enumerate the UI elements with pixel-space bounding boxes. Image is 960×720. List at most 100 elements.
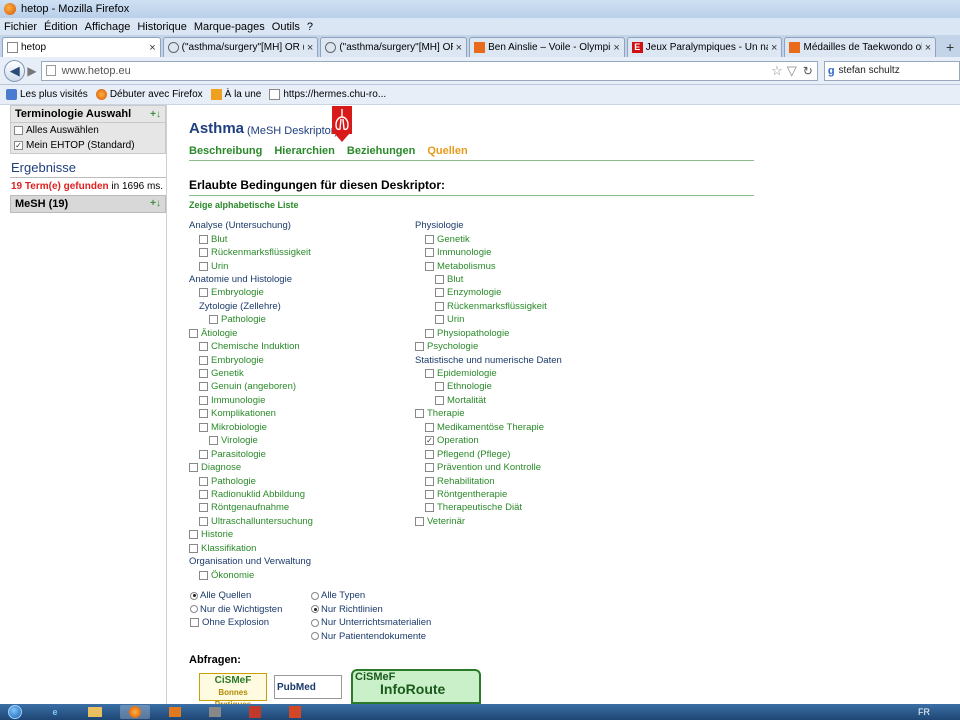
checkbox[interactable] bbox=[199, 489, 208, 499]
checkbox[interactable] bbox=[199, 395, 208, 405]
checkbox[interactable] bbox=[425, 261, 434, 271]
qualifier-parasitologie[interactable]: Parasitologie bbox=[189, 447, 409, 460]
back-button[interactable]: ◀ bbox=[4, 59, 26, 82]
qualifier-mikrobiologie[interactable]: Mikrobiologie bbox=[189, 421, 409, 434]
menu-help[interactable]: ? bbox=[307, 21, 313, 33]
qualifier-label[interactable]: Chemische Induktion bbox=[211, 341, 300, 352]
qualifier-label[interactable]: Pathologie bbox=[221, 314, 266, 325]
tab-taekwondo[interactable]: Médailles de Taekwondo olympi... × bbox=[784, 37, 937, 57]
bookmark-hermes[interactable]: https://hermes.chu-ro... bbox=[269, 89, 386, 100]
bookmark-debuter[interactable]: Débuter avec Firefox bbox=[95, 89, 203, 100]
checkbox[interactable] bbox=[425, 234, 434, 244]
qualifier-label[interactable]: Therapie bbox=[427, 408, 465, 419]
qualifier-veterinar[interactable]: Veterinär bbox=[415, 515, 635, 528]
qualifier-label[interactable]: Rückenmarksflüssigkeit bbox=[211, 247, 311, 258]
qualifier-embryologie[interactable]: Embryologie bbox=[189, 353, 409, 366]
checkbox[interactable] bbox=[425, 422, 434, 432]
option-nur-wichtigsten[interactable]: Nur die Wichtigsten bbox=[190, 603, 282, 617]
checkbox[interactable] bbox=[199, 570, 208, 580]
search-bar[interactable]: g stefan schultz bbox=[823, 60, 960, 81]
qualifier-immunologie[interactable]: Immunologie bbox=[189, 394, 409, 407]
qualifier-label[interactable]: Urin bbox=[447, 314, 464, 325]
qualifier-label[interactable]: Parasitologie bbox=[211, 449, 266, 460]
url-bar[interactable]: www.hetop.eu ☆ ▽ ↻ bbox=[40, 60, 818, 81]
qualifier-label[interactable]: Embryologie bbox=[211, 355, 264, 366]
menu-fichier[interactable]: Fichier bbox=[4, 21, 37, 33]
qualifier-label[interactable]: Genetik bbox=[437, 234, 470, 245]
taskbar-firefox-icon[interactable] bbox=[120, 705, 150, 719]
radio[interactable] bbox=[311, 618, 319, 627]
checkbox[interactable] bbox=[199, 516, 208, 526]
close-tab-icon[interactable]: × bbox=[456, 42, 462, 54]
checkbox[interactable] bbox=[199, 234, 208, 244]
qualifier-operation[interactable]: ✓ Operation bbox=[415, 434, 635, 447]
qualifier-medikamentose-therapie[interactable]: Medikamentöse Therapie bbox=[415, 421, 635, 434]
qualifier-label[interactable]: Urin bbox=[211, 261, 228, 272]
nav-quellen[interactable]: Quellen bbox=[427, 145, 467, 157]
start-button[interactable] bbox=[0, 704, 30, 720]
pubmed-logo[interactable]: PubMed bbox=[274, 675, 342, 699]
checkbox[interactable] bbox=[199, 476, 208, 486]
qualifier-label[interactable]: Epidemiologie bbox=[437, 368, 497, 379]
dropdown-arrow-icon[interactable]: ▽ bbox=[787, 63, 797, 79]
nav-beziehungen[interactable]: Beziehungen bbox=[347, 145, 415, 157]
qualifier-label[interactable]: Radionuklid Abbildung bbox=[211, 489, 305, 500]
checkbox[interactable] bbox=[199, 288, 208, 298]
qualifier-label[interactable]: Operation bbox=[437, 435, 479, 446]
menu-edition[interactable]: Édition bbox=[44, 21, 78, 33]
qualifier-label[interactable]: Klassifikation bbox=[201, 543, 256, 554]
tab-hetop[interactable]: hetop × bbox=[2, 37, 161, 57]
mein-ehtop-checkbox[interactable]: ✓ Mein EHTOP (Standard) bbox=[11, 138, 165, 153]
qualifier-virologie[interactable]: Virologie bbox=[189, 434, 409, 447]
qualifier-label[interactable]: Therapeutische Diät bbox=[437, 502, 522, 513]
checkbox[interactable] bbox=[425, 463, 434, 473]
checkbox[interactable] bbox=[189, 530, 198, 540]
option-nur-richtlinien[interactable]: Nur Richtlinien bbox=[311, 603, 431, 617]
close-tab-icon[interactable]: × bbox=[307, 42, 313, 54]
qualifier-label[interactable]: Ethnologie bbox=[447, 381, 492, 392]
qualifier-label[interactable]: Mikrobiologie bbox=[211, 422, 267, 433]
qualifier-ruckenmarksflussigkeit[interactable]: Rückenmarksflüssigkeit bbox=[415, 300, 635, 313]
checkbox[interactable] bbox=[435, 301, 444, 311]
checkbox[interactable] bbox=[425, 489, 434, 499]
qualifier-ultraschalluntersuchung[interactable]: Ultraschalluntersuchung bbox=[189, 515, 409, 528]
qualifier-ruckenmarksflussigkeit[interactable]: Rückenmarksflüssigkeit bbox=[189, 246, 409, 259]
qualifier-psychologie[interactable]: Psychologie bbox=[415, 340, 635, 353]
qualifier-label[interactable]: Röntgentherapie bbox=[437, 489, 507, 500]
qualifier-label[interactable]: Röntgenaufnahme bbox=[211, 502, 289, 513]
qualifier-label[interactable]: Historie bbox=[201, 529, 233, 540]
qualifier-label[interactable]: Genetik bbox=[211, 368, 244, 379]
qualifier-genuin-angeboren[interactable]: Genuin (angeboren) bbox=[189, 380, 409, 393]
qualifier-klassifikation[interactable]: Klassifikation bbox=[189, 542, 409, 555]
checkbox[interactable] bbox=[435, 395, 444, 405]
tab-jeux-paralympiques[interactable]: E Jeux Paralympiques - Un nageur ... × bbox=[626, 37, 783, 57]
checkbox[interactable] bbox=[199, 355, 208, 365]
checkbox[interactable] bbox=[199, 503, 208, 513]
qualifier-epidemiologie[interactable]: Epidemiologie bbox=[415, 367, 635, 380]
checkbox[interactable] bbox=[425, 369, 434, 379]
alphabetische-liste-link[interactable]: Zeige alphabetische Liste bbox=[189, 200, 299, 210]
radio-selected[interactable] bbox=[190, 591, 198, 600]
qualifier-label[interactable]: Medikamentöse Therapie bbox=[437, 422, 544, 433]
checkbox[interactable] bbox=[199, 422, 208, 432]
qualifier-rontgentherapie[interactable]: Röntgentherapie bbox=[415, 488, 635, 501]
qualifier-label[interactable]: Komplikationen bbox=[211, 408, 276, 419]
alles-auswaehlen-checkbox[interactable]: Alles Auswählen bbox=[11, 123, 165, 138]
qualifier-label[interactable]: Rehabilitation bbox=[437, 476, 495, 487]
checkbox[interactable] bbox=[199, 342, 208, 352]
taskbar-powerpoint-icon[interactable] bbox=[280, 705, 310, 719]
option-unterrichtsmaterialien[interactable]: Nur Unterrichtsmaterialien bbox=[311, 616, 431, 630]
qualifier-label[interactable]: Ultraschalluntersuchung bbox=[211, 516, 313, 527]
bookmark-a-la-une[interactable]: À la une bbox=[210, 89, 261, 100]
tab-ben-ainslie[interactable]: Ben Ainslie – Voile - Olympique ... × bbox=[469, 37, 625, 57]
checkbox[interactable] bbox=[209, 315, 218, 325]
qualifier-ethnologie[interactable]: Ethnologie bbox=[415, 380, 635, 393]
qualifier-komplikationen[interactable]: Komplikationen bbox=[189, 407, 409, 420]
qualifier-label[interactable]: Ökonomie bbox=[211, 570, 254, 581]
qualifier-genetik[interactable]: Genetik bbox=[415, 232, 635, 245]
tab-pubmed-2[interactable]: ("asthma/surgery"[MH] OR ((("a... × bbox=[320, 37, 468, 57]
checkbox-checked[interactable]: ✓ bbox=[14, 141, 23, 150]
nav-beschreibung[interactable]: Beschreibung bbox=[189, 145, 262, 157]
checkbox[interactable] bbox=[189, 328, 198, 338]
language-indicator[interactable]: FR bbox=[918, 707, 930, 717]
